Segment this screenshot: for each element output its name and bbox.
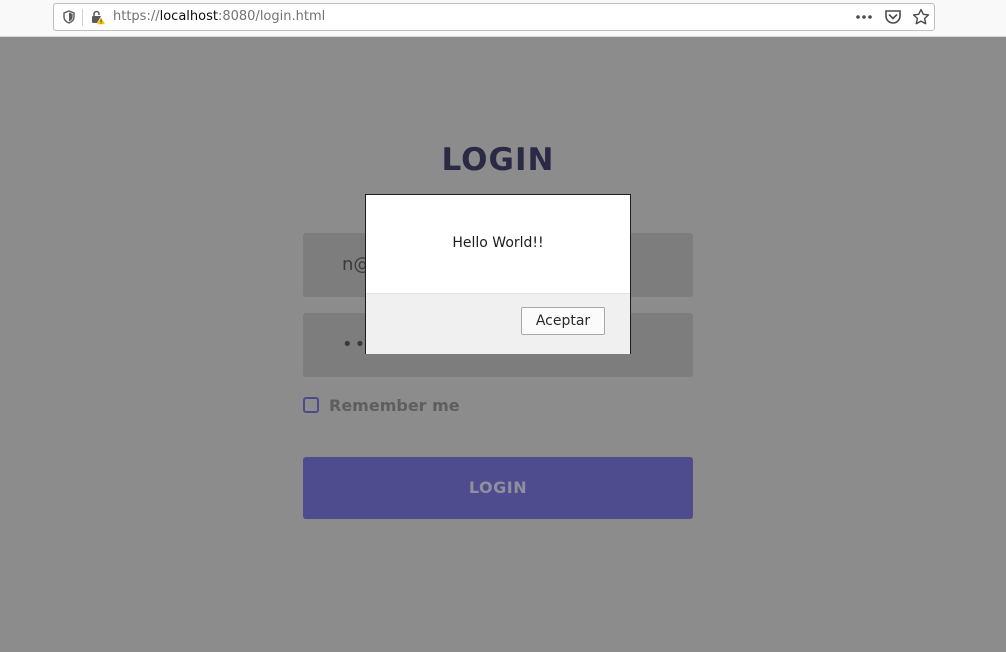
alert-ok-button[interactable]: Aceptar xyxy=(521,307,605,335)
remember-me-label: Remember me xyxy=(329,396,460,415)
url-path: :8080/login.html xyxy=(217,9,326,24)
url-scheme: https:// xyxy=(113,9,160,24)
insecure-lock-icon[interactable] xyxy=(90,9,106,25)
browser-toolbar: https://localhost:8080/login.html xyxy=(0,0,1006,37)
more-actions-icon[interactable] xyxy=(854,8,874,26)
url-host: localhost xyxy=(159,9,218,24)
alert-dialog: Hello World!! Aceptar xyxy=(365,194,631,354)
alert-footer: Aceptar xyxy=(366,293,630,354)
url-separator xyxy=(82,9,83,26)
url-bar[interactable]: https://localhost:8080/login.html xyxy=(53,3,935,31)
pocket-icon[interactable] xyxy=(883,8,903,26)
url-text[interactable]: https://localhost:8080/login.html xyxy=(113,9,325,25)
page-title: LOGIN xyxy=(441,142,555,178)
login-button[interactable]: LOGIN xyxy=(303,457,693,519)
bookmark-star-icon[interactable] xyxy=(911,8,931,26)
alert-message: Hello World!! xyxy=(452,235,544,251)
shield-icon[interactable] xyxy=(62,10,76,24)
remember-me-checkbox[interactable] xyxy=(303,397,319,413)
